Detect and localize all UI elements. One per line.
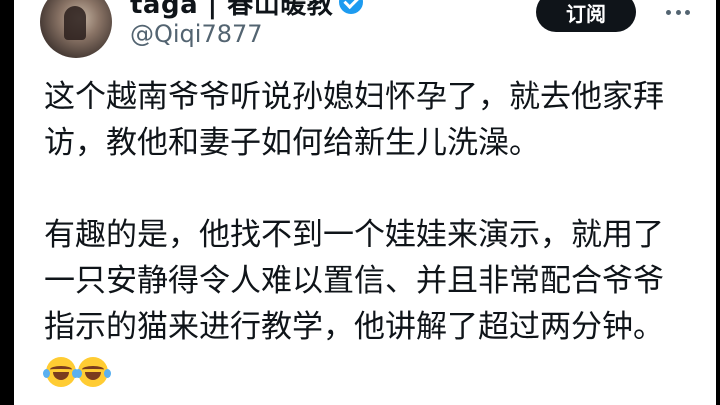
left-letterbox	[0, 0, 14, 405]
right-letterbox	[716, 0, 720, 405]
subscribe-button[interactable]: 订阅	[536, 0, 636, 32]
post-paragraph-2: 有趣的是，他找不到一个娃娃来演示，就用了一只安静得令人难以置信、并且非常配合爷爷…	[43, 212, 694, 396]
post-paragraph-2-text: 有趣的是，他找不到一个娃娃来演示，就用了一只安静得令人难以置信、并且非常配合爷爷…	[44, 217, 664, 345]
avatar-figure	[64, 6, 86, 40]
more-options-icon[interactable]	[666, 8, 690, 16]
laughing-tears-emoji-icon	[43, 357, 79, 387]
post-paragraph-1: 这个越南爷爷听说孙媳妇怀孕了，就去他家拜访，教他和妻子如何给新生儿洗澡。	[44, 79, 664, 161]
verified-badge-icon	[339, 0, 364, 14]
more-dot	[666, 9, 671, 15]
author-name-row: taga | 春山暖教	[130, 0, 364, 21]
laughing-tears-emoji-icon	[75, 357, 111, 387]
author-display-name[interactable]: taga | 春山暖教	[130, 0, 333, 21]
author-handle[interactable]: @Qiqi7877	[130, 20, 263, 48]
more-dot	[685, 9, 690, 15]
more-dot	[675, 9, 681, 15]
post-card: taga | 春山暖教 @Qiqi7877 订阅 这个越南爷爷听说孙媳妇怀孕了，…	[14, 0, 716, 405]
avatar[interactable]	[40, 0, 112, 58]
post-body: 这个越南爷爷听说孙媳妇怀孕了，就去他家拜访，教他和妻子如何给新生儿洗澡。 有趣的…	[43, 74, 694, 396]
